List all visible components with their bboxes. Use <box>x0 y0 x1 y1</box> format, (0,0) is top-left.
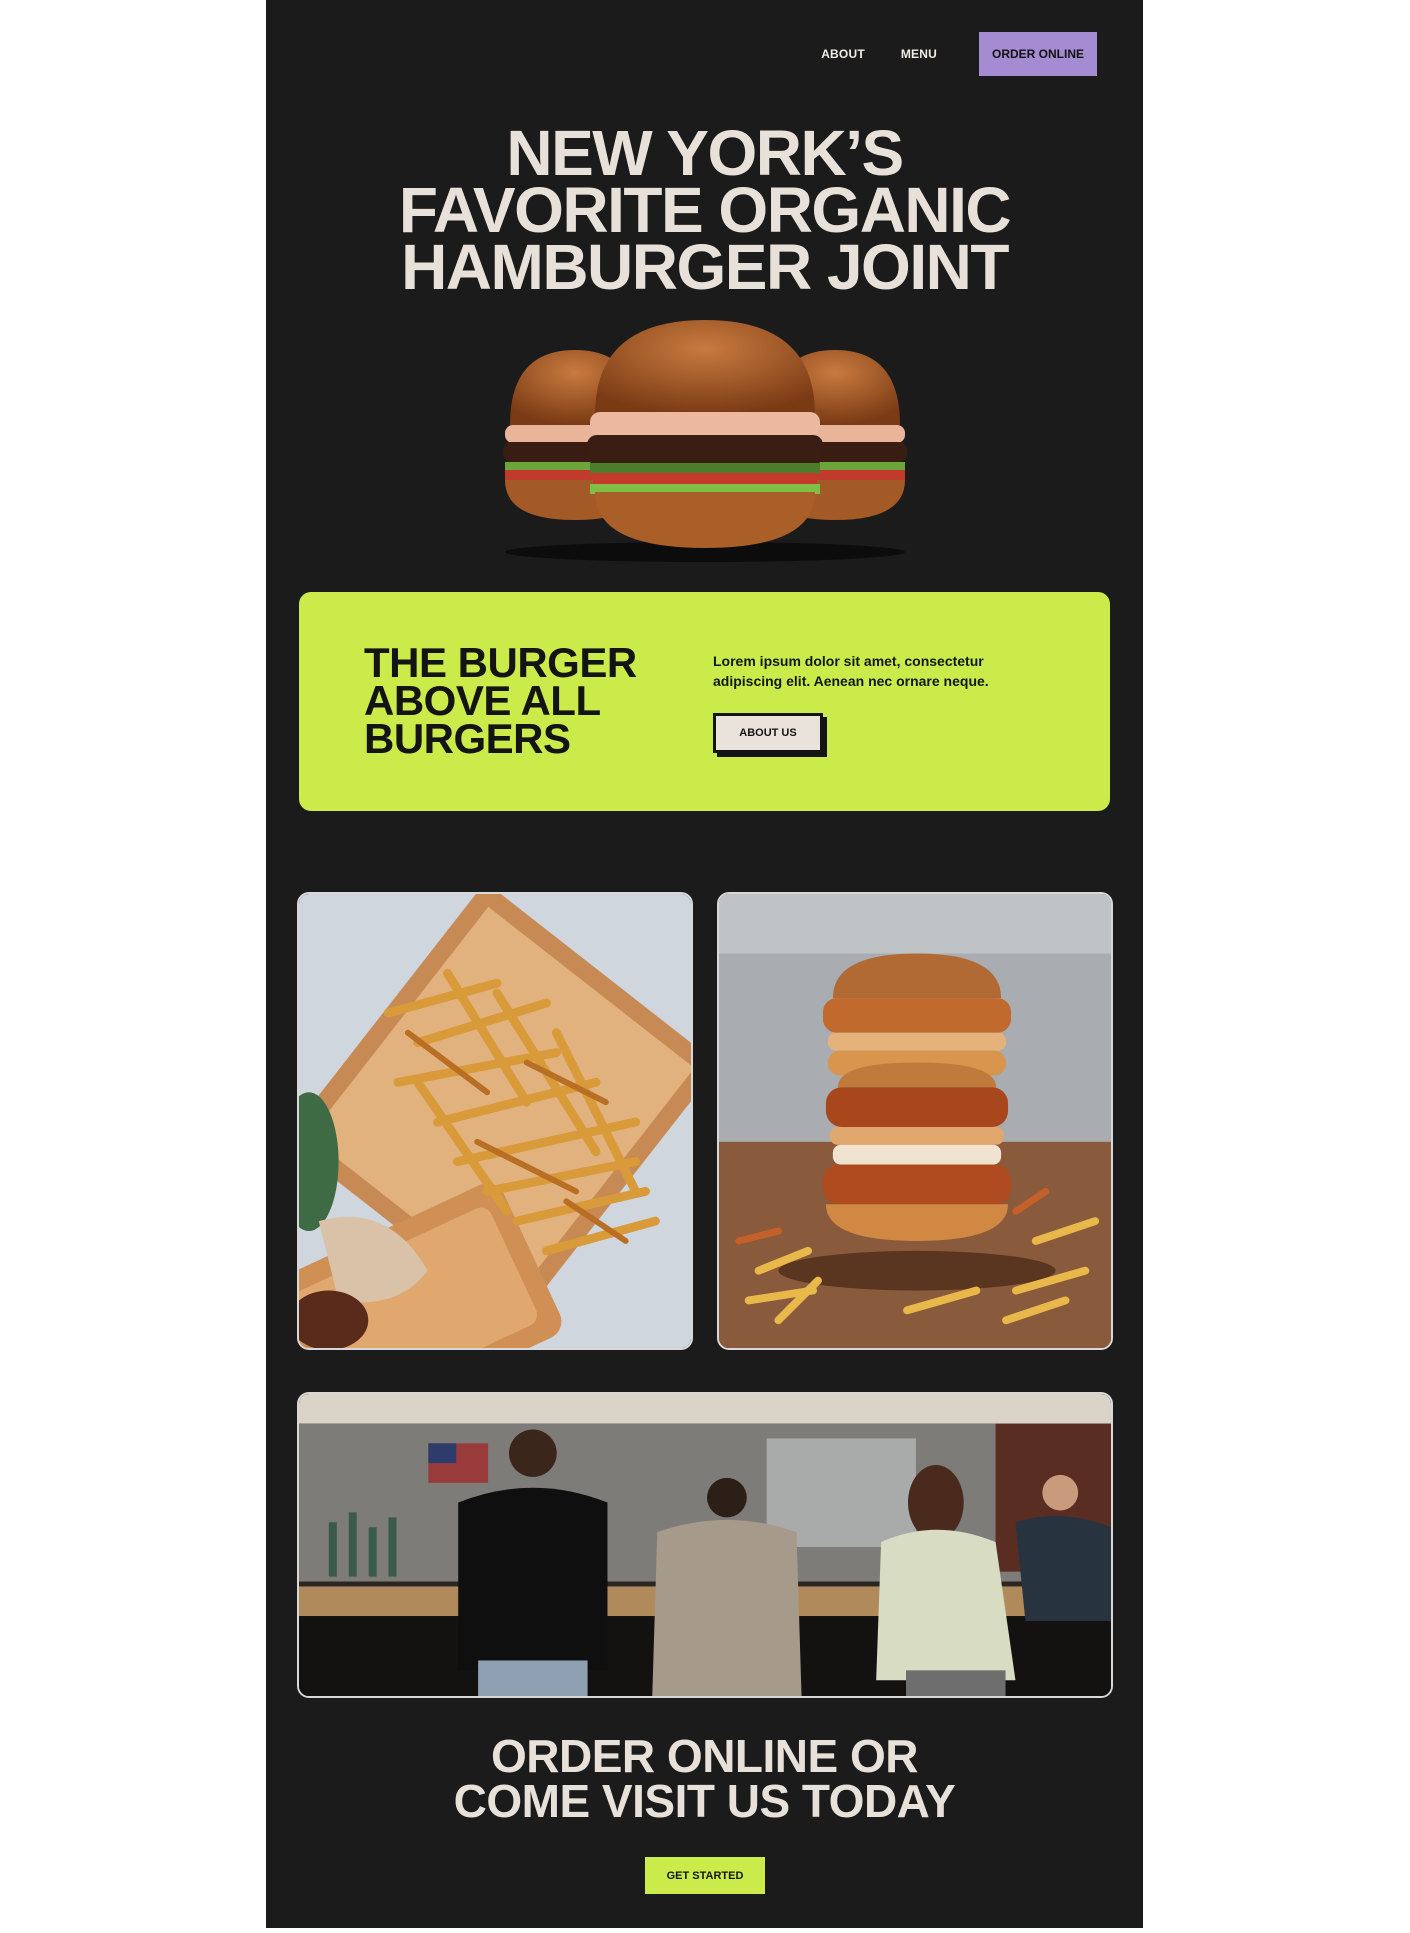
feature-title-line: Burgers <box>364 715 571 762</box>
hero-title-line: Hamburger Joint <box>401 231 1009 303</box>
restaurant-counter-photo <box>297 1392 1113 1698</box>
top-nav: About Menu Order Online <box>821 32 1097 76</box>
cta-title-line: Order Online or <box>491 1730 918 1782</box>
feature-title: The Burger Above All Burgers <box>364 642 637 762</box>
about-us-button[interactable]: About Us <box>713 713 823 753</box>
hero-burgers-image <box>266 320 1143 570</box>
order-online-button[interactable]: Order Online <box>979 32 1097 76</box>
nav-menu-link[interactable]: Menu <box>901 47 937 61</box>
nav-about-link[interactable]: About <box>821 47 865 61</box>
stacked-burger-photo <box>717 892 1113 1350</box>
fries-photo <box>297 892 693 1350</box>
get-started-button[interactable]: Get Started <box>645 1857 765 1894</box>
feature-body: Lorem ipsum dolor sit amet, consectetur … <box>713 653 989 689</box>
landing-page: About Menu Order Online New York’s Favor… <box>266 0 1143 1928</box>
feature-card: The Burger Above All Burgers Lorem ipsum… <box>299 592 1110 811</box>
cta-title-line: Come Visit Us Today <box>453 1775 956 1827</box>
cta-title: Order Online or Come Visit Us Today <box>266 1730 1143 1827</box>
hero-title: New York’s Favorite Organic Hamburger Jo… <box>266 121 1143 303</box>
